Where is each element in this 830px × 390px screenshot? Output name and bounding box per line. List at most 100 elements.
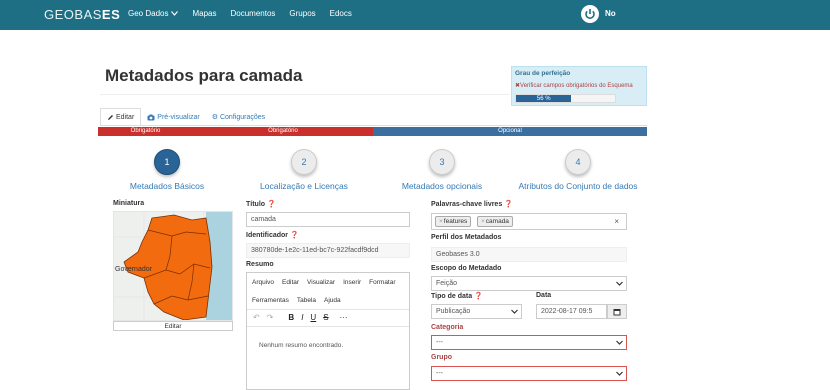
date-type-label: Tipo de data ❓ [431,293,483,300]
tabs-divider [100,125,647,126]
pencil-icon [108,114,113,120]
editor-menu-visualizar[interactable]: Visualizar [307,279,335,286]
editor-menu-tabela[interactable]: Tabela [297,297,316,304]
thumbnail-label: Miniatura [113,200,145,207]
date-type-select[interactable]: Publicação [431,304,522,319]
calendar-button[interactable] [607,304,627,319]
date-label: Data [536,292,552,299]
wizard-step-3[interactable]: 3 Metadados opcionais [372,149,512,191]
camera-icon [147,114,155,120]
wizard-step-1[interactable]: 1 Metadados Básicos [97,149,237,191]
editor-menu-ferramentas[interactable]: Ferramentas [252,297,289,304]
calendar-icon [613,308,621,315]
editor-menu-inserir[interactable]: Inserir [343,279,361,286]
underline-button[interactable]: U [310,313,316,322]
chevron-down-icon [616,340,623,345]
divider [100,94,510,95]
profile-field: Geobases 3.0 [431,247,627,262]
profile-label: Perfil dos Metadados [431,234,502,241]
required-segment-2: Obrigatório [193,127,373,136]
more-options-icon[interactable]: ··· [340,313,348,322]
keyword-tag[interactable]: ×features [435,216,472,227]
group-label: Grupo [431,354,452,361]
tab-configuracoes[interactable]: ⚙ Configurações [206,108,271,126]
brand-logo[interactable]: GEOBASES [44,7,120,22]
editor-menu-editar[interactable]: Editar [282,279,299,286]
help-icon[interactable]: ❓ [474,293,483,300]
help-icon[interactable]: ❓ [504,201,513,208]
completeness-title: Grau de perfeição [515,70,571,77]
step-number[interactable]: 3 [429,149,455,175]
nav-item-mapas[interactable]: Mapas [192,9,216,18]
step-label[interactable]: Localização e Licenças [234,181,374,191]
nav-item-grupos[interactable]: Grupos [289,9,315,18]
remove-tag-icon[interactable]: × [439,218,443,225]
title-label: Título ❓ [246,201,276,208]
step-number[interactable]: 4 [565,149,591,175]
editor-tabs: Editar Pré-visualizar ⚙ Configurações [100,108,271,126]
redo-icon[interactable]: ↷ [267,313,274,322]
nav-item-edocs[interactable]: Edocs [330,9,352,18]
title-input[interactable]: camada [246,212,410,227]
optional-segment: Opcional [373,127,647,136]
wizard-step-2[interactable]: 2 Localização e Licenças [234,149,374,191]
identifier-label: Identificador ❓ [246,232,299,239]
requirement-bar: Obrigatório Obrigatório Opcional [98,127,647,136]
undo-icon[interactable]: ↶ [253,313,260,322]
completeness-progress-bar: 56 % [515,94,616,103]
italic-button[interactable]: I [301,313,303,322]
gear-icon: ⚙ [211,114,218,121]
chevron-down-icon [171,11,179,16]
category-label: Categoria [431,324,464,331]
nav-item-geo-dados[interactable]: Geo Dados [128,9,179,18]
help-icon[interactable]: ❓ [267,201,276,208]
strikethrough-button[interactable]: S [323,313,328,322]
editor-divider [247,326,409,327]
step-label[interactable]: Atributos do Conjunto de dados [508,181,648,191]
rich-text-editor: Arquivo Editar Visualizar Inserir Format… [246,272,410,390]
map-place-label: Governador [115,266,153,273]
editor-menubar: Arquivo Editar Visualizar Inserir Format… [252,279,396,286]
bold-button[interactable]: B [288,313,294,322]
editor-menu-formatar[interactable]: Formatar [369,279,395,286]
step-label[interactable]: Metadados Básicos [97,181,237,191]
chevron-down-icon [616,371,623,376]
help-icon[interactable]: ❓ [290,232,299,239]
wizard-step-4[interactable]: 4 Atributos do Conjunto de dados [508,149,648,191]
completeness-warning[interactable]: ✖Verificar campos obrigatórios do Esquem… [515,82,633,89]
user-avatar[interactable] [581,5,599,23]
date-input[interactable]: 2022-08-17 09:5 [536,304,607,319]
step-number[interactable]: 1 [154,149,180,175]
clear-icon[interactable]: × [614,217,619,226]
keyword-tag[interactable]: ×camada [477,216,513,227]
scope-label: Escopo do Metadado [431,265,502,272]
group-select[interactable]: --- [431,366,627,381]
page-title: Metadados para camada [105,66,303,85]
category-select[interactable]: --- [431,335,627,350]
summary-label: Resumo [246,261,274,268]
user-name[interactable]: No [605,9,616,18]
editor-divider [247,309,409,310]
thumbnail-map: Governador [113,211,233,321]
keywords-label: Palavras-chave livres ❓ [431,201,513,208]
nav-menu: Geo Dados Mapas Documentos Grupos Edocs [128,9,352,18]
summary-editor-content[interactable]: Nenhum resumo encontrado. [259,342,343,349]
editor-menu-ajuda[interactable]: Ajuda [324,297,341,304]
thumbnail-edit-button[interactable]: Editar [113,321,233,331]
power-icon [585,9,595,19]
step-label[interactable]: Metadados opcionais [372,181,512,191]
top-navbar: GEOBASES Geo Dados Mapas Documentos Grup… [0,0,830,30]
step-number[interactable]: 2 [291,149,317,175]
identifier-field: 380780de-1e2c-11ed-bc7c-922facdf9dcd [246,243,410,258]
keywords-input[interactable]: ×features ×camada × [431,213,627,230]
tab-pre-visualizar[interactable]: Pré-visualizar [141,108,205,126]
nav-item-documentos[interactable]: Documentos [230,9,275,18]
required-segment-1: Obrigatório [98,127,193,136]
editor-menu-arquivo[interactable]: Arquivo [252,279,274,286]
remove-tag-icon[interactable]: × [481,218,485,225]
scope-select[interactable]: Feição [431,276,627,291]
tab-editar[interactable]: Editar [100,108,142,126]
completeness-panel: Grau de perfeição ✖Verificar campos obri… [511,66,647,106]
chevron-down-icon [616,281,623,286]
completeness-progress-fill: 56 % [516,95,572,102]
